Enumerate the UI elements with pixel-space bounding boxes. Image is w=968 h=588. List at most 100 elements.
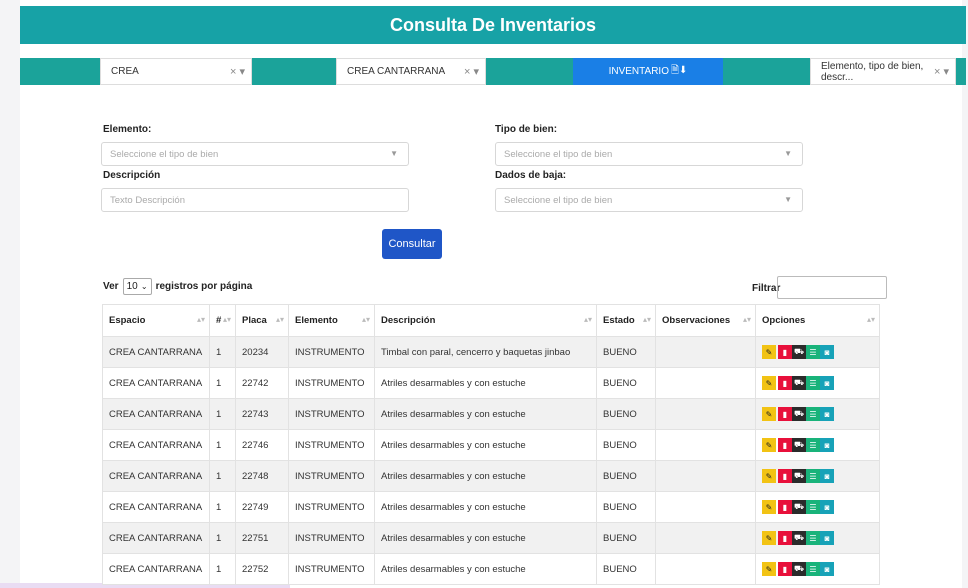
list-icon[interactable]: ☰ xyxy=(806,562,820,576)
edit-icon[interactable]: ✎ xyxy=(762,407,776,421)
edit-icon[interactable]: ✎ xyxy=(762,438,776,452)
column-header-number[interactable]: # ▴▾ xyxy=(209,304,236,337)
trash-icon[interactable]: ▮ xyxy=(778,531,792,545)
clear-dropdown-icon[interactable]: × ▾ xyxy=(934,65,949,78)
column-header-opciones[interactable]: Opciones ▴▾ xyxy=(755,304,880,337)
clear-dropdown-icon[interactable]: × ▾ xyxy=(464,65,479,78)
tipo-bien-label: Tipo de bien: xyxy=(495,124,558,135)
opciones-cell: ✎ ▮ ⛟ ☰ ◙ xyxy=(755,336,880,368)
tipo-bien-select[interactable]: Seleccione el tipo de bien ▼ xyxy=(495,142,803,166)
elemento-cell: INSTRUMENTO xyxy=(288,398,375,430)
list-icon[interactable]: ☰ xyxy=(806,345,820,359)
espacio-cell: CREA CANTARRANA xyxy=(102,553,210,585)
clear-dropdown-icon[interactable]: × ▾ xyxy=(230,65,245,78)
inventory-download-button[interactable]: INVENTARIO 🗎⬇ xyxy=(573,58,723,85)
table-row: CREA CANTARRANA 1 22751 INSTRUMENTO Atriles … xyxy=(102,522,880,554)
trash-icon[interactable]: ▮ xyxy=(778,469,792,483)
page-length-select[interactable]: 10 ⌄ xyxy=(122,278,152,295)
camera-icon[interactable]: ◙ xyxy=(820,562,834,576)
car-icon[interactable]: ⛟ xyxy=(792,407,806,421)
column-header-elemento[interactable]: Elemento ▴▾ xyxy=(288,304,375,337)
car-icon[interactable]: ⛟ xyxy=(792,376,806,390)
list-icon[interactable]: ☰ xyxy=(806,438,820,452)
column-header-placa[interactable]: Placa ▴▾ xyxy=(235,304,289,337)
left-margin xyxy=(0,0,20,588)
chevron-down-icon: ▼ xyxy=(390,149,398,158)
list-icon[interactable]: ☰ xyxy=(806,500,820,514)
ver-label: Ver xyxy=(103,281,119,292)
filtrar-input[interactable] xyxy=(777,276,887,299)
edit-icon[interactable]: ✎ xyxy=(762,345,776,359)
table-body: CREA CANTARRANA 1 20234 INSTRUMENTO Timbal c… xyxy=(102,336,880,585)
trash-icon[interactable]: ▮ xyxy=(778,500,792,514)
placa-cell: 22743 xyxy=(235,398,289,430)
observaciones-cell xyxy=(655,460,756,492)
descripcion-placeholder: Texto Descripción xyxy=(110,194,185,206)
consultar-button[interactable]: Consultar xyxy=(382,229,442,259)
page: Consulta De Inventarios CREA × ▾ CREA CA… xyxy=(0,0,968,588)
trash-icon[interactable]: ▮ xyxy=(778,407,792,421)
sede-select[interactable]: CREA CANTARRANA × ▾ xyxy=(336,58,486,85)
observaciones-cell xyxy=(655,398,756,430)
trash-icon[interactable]: ▮ xyxy=(778,562,792,576)
car-icon[interactable]: ⛟ xyxy=(792,562,806,576)
column-header-label: Opciones xyxy=(762,315,806,326)
car-icon[interactable]: ⛟ xyxy=(792,531,806,545)
placa-cell: 22751 xyxy=(235,522,289,554)
camera-icon[interactable]: ◙ xyxy=(820,500,834,514)
camera-icon[interactable]: ◙ xyxy=(820,407,834,421)
list-icon[interactable]: ☰ xyxy=(806,531,820,545)
elemento-cell: INSTRUMENTO xyxy=(288,460,375,492)
car-icon[interactable]: ⛟ xyxy=(792,500,806,514)
row-actions: ✎ ▮ ⛟ ☰ ◙ xyxy=(762,562,873,576)
chevron-down-icon: ⌄ xyxy=(140,282,148,291)
number-cell: 1 xyxy=(209,398,236,430)
placa-cell: 22746 xyxy=(235,429,289,461)
camera-icon[interactable]: ◙ xyxy=(820,376,834,390)
number-cell: 1 xyxy=(209,367,236,399)
edit-icon[interactable]: ✎ xyxy=(762,562,776,576)
sede-select-value: CREA CANTARRANA xyxy=(347,66,446,77)
trash-icon[interactable]: ▮ xyxy=(778,438,792,452)
espacio-cell: CREA CANTARRANA xyxy=(102,398,210,430)
camera-icon[interactable]: ◙ xyxy=(820,469,834,483)
camera-icon[interactable]: ◙ xyxy=(820,438,834,452)
car-icon[interactable]: ⛟ xyxy=(792,469,806,483)
observaciones-cell xyxy=(655,522,756,554)
descripcion-cell: Atriles desarmables y con estuche xyxy=(374,491,597,523)
sort-icon: ▴▾ xyxy=(583,315,592,324)
elemento-cell: INSTRUMENTO xyxy=(288,367,375,399)
elemento-label: Elemento: xyxy=(103,124,152,135)
tipo-bien-placeholder: Seleccione el tipo de bien xyxy=(504,148,613,160)
edit-icon[interactable]: ✎ xyxy=(762,376,776,390)
list-icon[interactable]: ☰ xyxy=(806,469,820,483)
dados-baja-select[interactable]: Seleccione el tipo de bien ▼ xyxy=(495,188,803,212)
search-field-select[interactable]: Elemento, tipo de bien, descr... × ▾ xyxy=(810,58,956,85)
trash-icon[interactable]: ▮ xyxy=(778,345,792,359)
estado-cell: BUENO xyxy=(596,491,656,523)
crea-select[interactable]: CREA × ▾ xyxy=(100,58,252,85)
table-row: CREA CANTARRANA 1 22752 INSTRUMENTO Atriles … xyxy=(102,553,880,585)
list-icon[interactable]: ☰ xyxy=(806,376,820,390)
sort-icon: ▴▾ xyxy=(742,315,751,324)
edit-icon[interactable]: ✎ xyxy=(762,500,776,514)
descripcion-input[interactable]: Texto Descripción xyxy=(101,188,409,212)
camera-icon[interactable]: ◙ xyxy=(820,345,834,359)
trash-icon[interactable]: ▮ xyxy=(778,376,792,390)
estado-cell: BUENO xyxy=(596,429,656,461)
car-icon[interactable]: ⛟ xyxy=(792,438,806,452)
camera-icon[interactable]: ◙ xyxy=(820,531,834,545)
espacio-cell: CREA CANTARRANA xyxy=(102,522,210,554)
elemento-cell: INSTRUMENTO xyxy=(288,336,375,368)
column-header-descripcion[interactable]: Descripción ▴▾ xyxy=(374,304,597,337)
column-header-espacio[interactable]: Espacio ▴▾ xyxy=(102,304,210,337)
espacio-cell: CREA CANTARRANA xyxy=(102,429,210,461)
column-header-estado[interactable]: Estado ▴▾ xyxy=(596,304,656,337)
car-icon[interactable]: ⛟ xyxy=(792,345,806,359)
edit-icon[interactable]: ✎ xyxy=(762,531,776,545)
opciones-cell: ✎ ▮ ⛟ ☰ ◙ xyxy=(755,491,880,523)
list-icon[interactable]: ☰ xyxy=(806,407,820,421)
edit-icon[interactable]: ✎ xyxy=(762,469,776,483)
elemento-select[interactable]: Seleccione el tipo de bien ▼ xyxy=(101,142,409,166)
column-header-observaciones[interactable]: Observaciones ▴▾ xyxy=(655,304,756,337)
